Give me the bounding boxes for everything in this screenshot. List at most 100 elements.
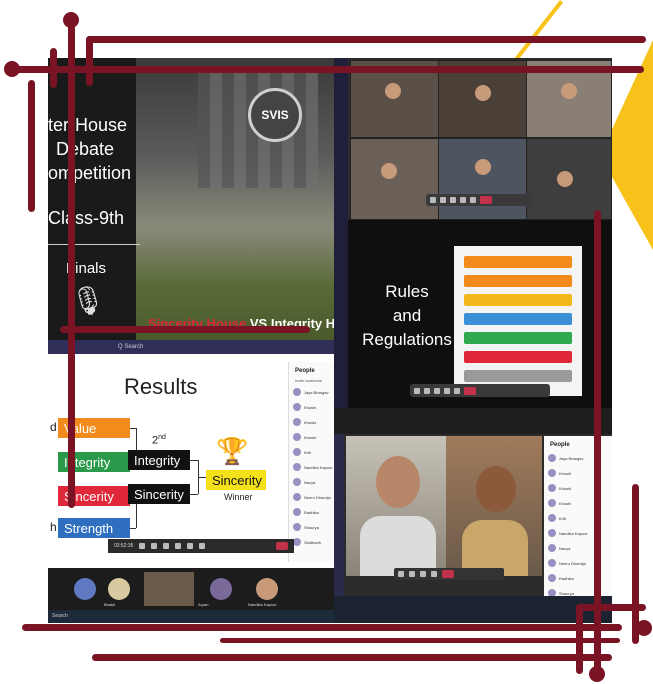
hang-up-button[interactable] bbox=[464, 386, 476, 395]
people-list-item[interactable]: Nandika Kapoor bbox=[293, 463, 333, 471]
participant-shirt bbox=[360, 516, 436, 576]
people-panel-secondary: People Jaya Bhargav Khushi Khushi Khushi Kri… bbox=[544, 436, 612, 616]
share-icon[interactable] bbox=[434, 387, 440, 394]
chat-icon[interactable] bbox=[139, 543, 146, 549]
video-tile[interactable] bbox=[350, 138, 440, 220]
people-list-item[interactable]: Neeru Dhamija bbox=[548, 559, 586, 567]
more-icon[interactable] bbox=[175, 543, 182, 549]
more-icon[interactable] bbox=[460, 197, 466, 203]
more-icon[interactable] bbox=[431, 571, 437, 577]
participant-avatar[interactable] bbox=[210, 578, 232, 600]
hang-up-button[interactable] bbox=[276, 542, 288, 550]
app-rail[interactable] bbox=[334, 434, 344, 596]
camera-icon[interactable] bbox=[398, 571, 404, 577]
hang-up-button[interactable] bbox=[442, 570, 454, 578]
people-list-item[interactable]: Jaya Bhargav bbox=[548, 454, 583, 462]
avatar bbox=[293, 433, 301, 441]
people-icon[interactable] bbox=[151, 543, 158, 549]
people-list-item[interactable]: Navya bbox=[293, 478, 315, 486]
people-list-item[interactable]: Khushi bbox=[293, 403, 316, 411]
people-list-item[interactable]: Khushi bbox=[293, 418, 316, 426]
meeting-toolbar bbox=[394, 568, 504, 580]
title-line: ompetition bbox=[48, 163, 132, 183]
video-participant-smiling[interactable] bbox=[346, 436, 446, 576]
participant-face bbox=[376, 456, 420, 508]
share-icon[interactable] bbox=[450, 197, 456, 203]
participant-avatar[interactable] bbox=[108, 578, 130, 600]
rule-item bbox=[464, 332, 572, 344]
bracket-prefix: h bbox=[50, 520, 57, 534]
hand-icon[interactable] bbox=[454, 387, 460, 394]
people-list-item[interactable]: Radhika bbox=[293, 508, 319, 516]
teams-app-rail[interactable] bbox=[334, 58, 348, 408]
people-list-item[interactable]: Kriti bbox=[293, 448, 311, 456]
person-name: Radhika bbox=[304, 509, 319, 515]
participant-avatar[interactable] bbox=[74, 578, 96, 600]
teams-call-rules: Rules and Regulations bbox=[334, 58, 612, 408]
taskbar-search[interactable]: Search bbox=[52, 613, 68, 619]
video-tile[interactable] bbox=[438, 138, 528, 220]
bracket-connector bbox=[190, 494, 198, 495]
people-list-item[interactable]: Jaya Bhargav bbox=[293, 388, 328, 396]
people-list-item[interactable]: Khushi bbox=[548, 469, 571, 477]
winner-box: Sincerity bbox=[206, 470, 266, 490]
person-name: Nandika Kapoor bbox=[304, 464, 333, 470]
people-list-item[interactable]: Khushi bbox=[548, 484, 571, 492]
people-list-item[interactable]: Radhika bbox=[548, 574, 574, 582]
hand-icon[interactable] bbox=[187, 543, 194, 549]
camera-icon[interactable] bbox=[163, 543, 170, 549]
hang-up-button[interactable] bbox=[480, 196, 492, 204]
share-icon[interactable] bbox=[199, 543, 206, 549]
more-icon[interactable] bbox=[444, 387, 450, 394]
person-name: Khushi bbox=[304, 404, 317, 410]
people-list-item[interactable]: Khushi bbox=[293, 433, 316, 441]
people-list-item[interactable]: Shaurya bbox=[293, 523, 319, 531]
avatar bbox=[293, 508, 301, 516]
participant-face bbox=[476, 466, 516, 512]
avatar bbox=[293, 448, 301, 456]
person-name: Kriti bbox=[559, 515, 566, 521]
avatar bbox=[293, 523, 301, 531]
two-person-call: People Jaya Bhargav Khushi Khushi Khushi Kri… bbox=[334, 408, 612, 623]
decorative-line bbox=[220, 638, 620, 643]
participant-name: Aryan bbox=[198, 602, 209, 607]
mic-icon[interactable] bbox=[424, 387, 430, 394]
title-line: Debate bbox=[56, 139, 115, 159]
people-list-item[interactable]: Kriti bbox=[548, 514, 566, 522]
search-bar[interactable]: Q Search bbox=[48, 340, 334, 354]
rule-item bbox=[464, 294, 572, 306]
participant-face bbox=[561, 83, 577, 99]
camera-icon[interactable] bbox=[414, 387, 420, 394]
participant-avatar[interactable] bbox=[256, 578, 278, 600]
windows-taskbar: Search bbox=[48, 610, 334, 623]
decorative-line bbox=[632, 484, 639, 644]
hand-icon[interactable] bbox=[470, 197, 476, 203]
mic-icon[interactable] bbox=[440, 197, 446, 203]
people-panel: People Invite someone Jaya Bhargav Khushi… bbox=[288, 362, 334, 562]
people-list-item[interactable]: Neeru Dhamija bbox=[293, 493, 331, 501]
rule-item bbox=[464, 256, 572, 268]
camera-icon[interactable] bbox=[430, 197, 436, 203]
winner-label: Winner bbox=[224, 492, 253, 502]
title-line: ter-House bbox=[48, 115, 128, 135]
video-tile[interactable] bbox=[526, 138, 612, 220]
people-list-item[interactable]: Khushi bbox=[548, 499, 571, 507]
participant-video[interactable] bbox=[144, 572, 194, 606]
decorative-dot bbox=[636, 620, 652, 636]
invite-link[interactable]: Invite someone bbox=[295, 378, 322, 383]
avatar bbox=[548, 529, 556, 537]
decorative-line bbox=[22, 624, 622, 631]
people-list-item[interactable]: Siddharth bbox=[293, 538, 321, 546]
video-participant-reading[interactable] bbox=[446, 436, 542, 576]
person-name: Radhika bbox=[559, 575, 574, 581]
share-icon[interactable] bbox=[420, 571, 426, 577]
people-list-item[interactable]: Nandika Kapoor bbox=[548, 529, 588, 537]
bracket-team-label: Strength bbox=[64, 520, 114, 536]
bracket-connector bbox=[190, 460, 198, 461]
bracket-connector bbox=[198, 477, 206, 478]
mic-icon[interactable] bbox=[409, 571, 415, 577]
round-heading: 2nd bbox=[152, 434, 166, 447]
people-list-item[interactable]: Navya bbox=[548, 544, 570, 552]
person-name: Khushi bbox=[304, 434, 317, 440]
decorative-line bbox=[50, 48, 57, 88]
